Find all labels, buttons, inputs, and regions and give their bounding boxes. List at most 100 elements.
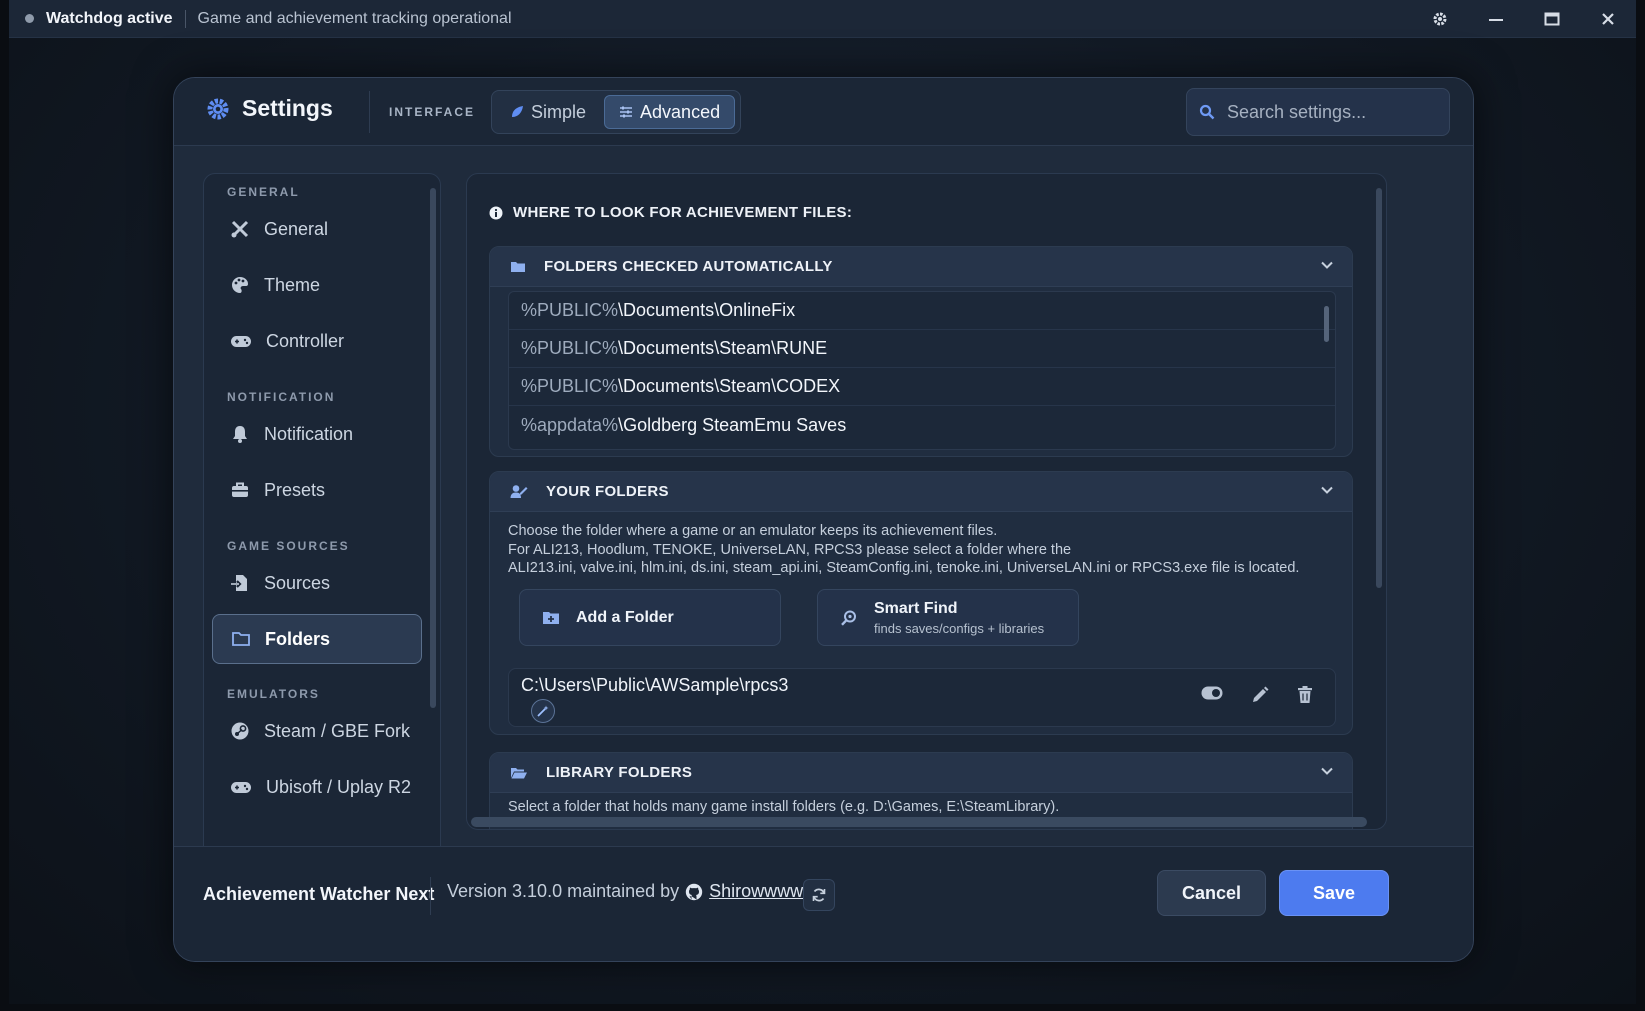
list-item: %PUBLIC% \Documents\Steam\RUNE	[509, 330, 1335, 368]
minimize-icon[interactable]	[1468, 0, 1524, 38]
magic-wand-icon[interactable]	[531, 699, 555, 723]
settings-header: Settings INTERFACE Simple Advanced	[174, 78, 1473, 146]
sidebar-item-label: Notification	[264, 423, 354, 444]
folder-icon	[231, 630, 251, 648]
list-item: %appdata% \Goldberg SteamEmu Saves	[509, 406, 1335, 444]
path-variable: %PUBLIC%	[521, 300, 619, 320]
settings-title: Settings	[206, 95, 333, 122]
title-bar: Watchdog active Game and achievement tra…	[9, 0, 1636, 38]
sidebar-section-game-sources: GAME SOURCES	[227, 539, 350, 553]
path-suffix: \Documents\Steam\CODEX	[618, 376, 841, 396]
auto-list-scrollbar[interactable]	[1324, 306, 1329, 342]
auto-panel-header[interactable]: FOLDERS CHECKED AUTOMATICALLY	[490, 247, 1352, 287]
smart-find-subtitle: finds saves/configs + libraries	[874, 620, 1045, 636]
settings-sidebar: GENERAL General Theme Controller NOTIFIC…	[203, 173, 441, 862]
cancel-button[interactable]: Cancel	[1157, 870, 1266, 916]
settings-footer: Achievement Watcher Next Version 3.10.0 …	[174, 846, 1473, 961]
path-suffix: \Goldberg SteamEmu Saves	[618, 414, 847, 435]
sidebar-item-label: General	[264, 218, 329, 239]
user-folder-actions	[1201, 686, 1313, 704]
sidebar-item-controller[interactable]: Controller	[212, 316, 422, 366]
watchdog-title: Watchdog active	[46, 9, 173, 27]
interface-mode-switch: Simple Advanced	[491, 90, 741, 134]
folder-plus-icon	[542, 610, 560, 626]
watchdog-status: Game and achievement tracking operationa…	[197, 9, 512, 27]
content-vertical-scrollbar[interactable]	[1376, 188, 1382, 588]
smart-find-text: Smart Find finds saves/configs + librari…	[874, 600, 1044, 636]
sidebar-item-label: Sources	[264, 572, 331, 593]
auto-panel-title: FOLDERS CHECKED AUTOMATICALLY	[544, 258, 833, 275]
title-divider	[184, 9, 186, 28]
sidebar-scrollbar[interactable]	[430, 188, 436, 708]
chevron-down-icon[interactable]	[1320, 764, 1334, 778]
mode-simple-button[interactable]: Simple	[496, 95, 600, 129]
path-variable: %PUBLIC%	[521, 338, 619, 358]
toggle-icon[interactable]	[1201, 686, 1223, 704]
sliders-icon	[619, 105, 633, 119]
sidebar-item-ubisoft[interactable]: Ubisoft / Uplay R2	[212, 762, 422, 812]
bell-icon	[230, 424, 250, 444]
sidebar-item-theme[interactable]: Theme	[212, 260, 422, 310]
user-folder-row: C:\Users\Public\AWSample\rpcs3	[508, 668, 1336, 727]
sidebar-item-general[interactable]: General	[212, 204, 422, 254]
auto-folder-list: %PUBLIC% \Documents\OnlineFix %PUBLIC% \Do…	[508, 291, 1336, 450]
github-icon	[685, 883, 703, 901]
leaf-icon	[510, 105, 524, 119]
chevron-down-icon[interactable]	[1320, 258, 1334, 272]
sidebar-section-general: GENERAL	[227, 185, 300, 199]
sidebar-item-notification[interactable]: Notification	[212, 409, 422, 459]
mode-advanced-button[interactable]: Advanced	[604, 95, 736, 129]
save-button[interactable]: Save	[1279, 870, 1389, 916]
author-link[interactable]: Shirowwww	[709, 881, 803, 902]
search-input[interactable]	[1227, 101, 1437, 123]
folder-open-icon	[510, 766, 528, 780]
your-folders-title: YOUR FOLDERS	[546, 483, 669, 500]
folder-icon	[510, 260, 526, 274]
header-divider	[369, 91, 370, 133]
gamepad-icon	[230, 331, 252, 351]
your-folders-header[interactable]: YOUR FOLDERS	[490, 472, 1352, 512]
edit-pencil-icon[interactable]	[1251, 686, 1269, 704]
library-folders-header[interactable]: LIBRARY FOLDERS	[490, 753, 1352, 793]
close-icon[interactable]	[1580, 0, 1636, 38]
path-suffix: \Documents\Steam\RUNE	[618, 338, 828, 358]
sidebar-section-notification: NOTIFICATION	[227, 390, 336, 404]
sidebar-item-sources[interactable]: Sources	[212, 558, 422, 608]
info-icon	[489, 206, 503, 220]
content-horizontal-scrollbar[interactable]	[471, 817, 1367, 827]
refresh-button[interactable]	[803, 879, 835, 911]
status-dot-icon	[25, 14, 34, 23]
add-folder-label: Add a Folder	[576, 608, 674, 626]
your-folders-panel: YOUR FOLDERS Choose the folder where a g…	[489, 471, 1353, 735]
path-variable: %appdata%	[521, 414, 619, 435]
sidebar-item-presets[interactable]: Presets	[212, 465, 422, 515]
smart-find-button[interactable]: Smart Find finds saves/configs + librari…	[817, 589, 1079, 646]
sidebar-item-label: Theme	[264, 274, 321, 295]
app-window: Watchdog active Game and achievement tra…	[9, 0, 1636, 1004]
gear-icon[interactable]	[1412, 0, 1468, 38]
chevron-down-icon[interactable]	[1320, 483, 1334, 497]
footer-divider	[430, 877, 431, 915]
description-line: For ALI213, Hoodlum, TENOKE, UniverseLAN…	[508, 541, 1072, 558]
description-line: Choose the folder where a game or an emu…	[508, 523, 998, 539]
palette-icon	[230, 275, 250, 295]
sidebar-item-steam-gbe[interactable]: Steam / GBE Fork	[212, 706, 422, 756]
version-text: Version 3.10.0 maintained by	[447, 881, 680, 901]
trash-icon[interactable]	[1297, 686, 1313, 704]
folders-content: WHERE TO LOOK FOR ACHIEVEMENT FILES: FOL…	[466, 173, 1387, 830]
add-folder-button[interactable]: Add a Folder	[519, 589, 781, 646]
tools-icon	[230, 219, 250, 239]
library-folders-description: Select a folder that holds many game ins…	[508, 799, 1060, 815]
maximize-icon[interactable]	[1524, 0, 1580, 38]
where-to-look-heading: WHERE TO LOOK FOR ACHIEVEMENT FILES:	[489, 204, 852, 221]
smart-find-label: Smart Find	[874, 599, 958, 617]
sidebar-item-label: Controller	[266, 330, 345, 351]
sidebar-item-label: Presets	[264, 479, 326, 500]
your-folders-description: Choose the folder where a game or an emu…	[508, 522, 1299, 578]
settings-dialog: Settings INTERFACE Simple Advanced Searc…	[173, 77, 1474, 962]
path-suffix: \Documents\OnlineFix	[618, 300, 796, 320]
version-info: Version 3.10.0 maintained by Shirowwww	[447, 881, 803, 902]
list-item: %PUBLIC% \Documents\Steam\CODEX	[509, 368, 1335, 406]
sidebar-item-folders[interactable]: Folders	[212, 614, 422, 664]
settings-title-text: Settings	[242, 95, 333, 121]
